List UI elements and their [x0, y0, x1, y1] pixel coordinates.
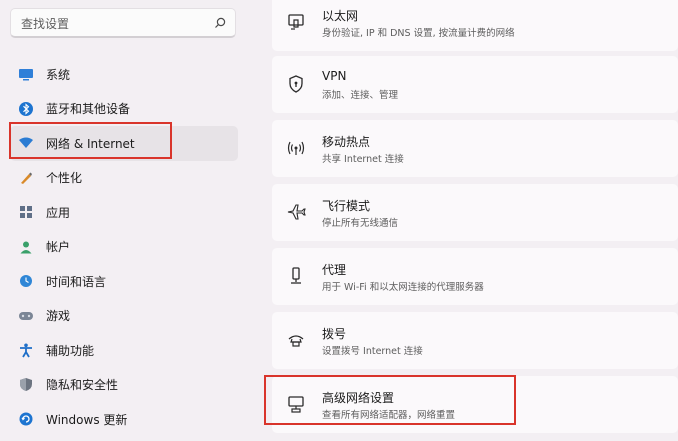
setting-card-dialup[interactable]: 拨号 设置拨号 Internet 连接 [272, 312, 678, 369]
search-icon[interactable] [213, 16, 227, 30]
setting-subtitle: 添加、连接、管理 [322, 90, 399, 101]
shield-icon [18, 377, 34, 393]
setting-title: 拨号 [322, 327, 347, 341]
setting-card-vpn[interactable]: VPN 添加、连接、管理 [272, 56, 678, 113]
sidebar-item-bluetooth[interactable]: 蓝牙和其他设备 [0, 92, 250, 127]
sidebar-item-label: 系统 [46, 67, 71, 82]
sidebar-nav: 系统 蓝牙和其他设备 网络 & Internet 个性化 应用 帐户 时间和语言… [0, 57, 250, 437]
gamepad-icon [18, 308, 34, 324]
apps-icon [18, 204, 34, 220]
sidebar-item-windows-update[interactable]: Windows 更新 [0, 402, 250, 437]
sidebar-item-apps[interactable]: 应用 [0, 195, 250, 230]
person-icon [18, 239, 34, 255]
sidebar-item-privacy-security[interactable]: 隐私和安全性 [0, 368, 250, 403]
hotspot-icon [287, 141, 305, 155]
sidebar-item-accessibility[interactable]: 辅助功能 [0, 333, 250, 368]
setting-title: 移动热点 [322, 135, 371, 149]
setting-card-advanced-network[interactable]: 高级网络设置 查看所有网络适配器，网络重置 [272, 376, 678, 433]
globe-clock-icon [18, 273, 34, 289]
sidebar-item-gaming[interactable]: 游戏 [0, 299, 250, 334]
sidebar-item-label: 帐户 [46, 240, 71, 255]
setting-title: 以太网 [322, 9, 359, 23]
sidebar-item-label: Windows 更新 [46, 412, 128, 427]
setting-subtitle: 用于 Wi-Fi 和以太网连接的代理服务器 [322, 282, 484, 293]
settings-search-box[interactable] [10, 8, 236, 38]
sidebar-item-label: 应用 [46, 205, 71, 220]
sidebar-item-label: 辅助功能 [46, 343, 95, 358]
sidebar-item-label: 网络 & Internet [46, 136, 135, 151]
setting-subtitle: 查看所有网络适配器，网络重置 [322, 410, 456, 421]
sidebar-item-label: 隐私和安全性 [46, 378, 119, 393]
setting-title: 代理 [322, 263, 347, 277]
setting-card-proxy[interactable]: 代理 用于 Wi-Fi 和以太网连接的代理服务器 [272, 248, 678, 305]
sidebar-item-system[interactable]: 系统 [0, 57, 250, 92]
vpn-shield-icon [289, 75, 303, 93]
search-input[interactable] [19, 14, 203, 34]
setting-title: 高级网络设置 [322, 391, 395, 405]
pencil-icon [18, 170, 34, 186]
setting-card-mobile-hotspot[interactable]: 移动热点 共享 Internet 连接 [272, 120, 678, 177]
setting-card-airplane-mode[interactable]: 飞行模式 停止所有无线通信 [272, 184, 678, 241]
wifi-icon [18, 135, 34, 151]
ethernet-icon [288, 14, 304, 30]
update-icon [18, 411, 34, 427]
setting-subtitle: 停止所有无线通信 [322, 218, 399, 229]
bluetooth-icon [18, 101, 34, 117]
monitor-icon [18, 66, 34, 82]
sidebar-item-label: 游戏 [46, 309, 71, 324]
sidebar-item-label: 蓝牙和其他设备 [46, 102, 131, 117]
proxy-icon [291, 267, 301, 284]
sidebar-item-label: 时间和语言 [46, 274, 107, 289]
accessibility-icon [18, 342, 34, 358]
setting-card-ethernet[interactable]: 以太网 身份验证, IP 和 DNS 设置, 按流量计费的网络 [272, 0, 678, 51]
setting-subtitle: 身份验证, IP 和 DNS 设置, 按流量计费的网络 [322, 28, 515, 39]
advanced-network-icon [288, 396, 304, 413]
setting-subtitle: 设置拨号 Internet 连接 [322, 346, 423, 357]
sidebar-item-label: 个性化 [46, 171, 83, 186]
setting-title: VPN [322, 69, 347, 83]
sidebar-item-time-language[interactable]: 时间和语言 [0, 264, 250, 299]
setting-title: 飞行模式 [322, 199, 371, 213]
sidebar-item-accounts[interactable]: 帐户 [0, 230, 250, 265]
dialup-icon [288, 335, 304, 347]
setting-subtitle: 共享 Internet 连接 [322, 154, 404, 165]
airplane-icon [287, 204, 306, 220]
sidebar-item-network[interactable]: 网络 & Internet [10, 126, 238, 161]
sidebar-item-personalization[interactable]: 个性化 [0, 161, 250, 196]
